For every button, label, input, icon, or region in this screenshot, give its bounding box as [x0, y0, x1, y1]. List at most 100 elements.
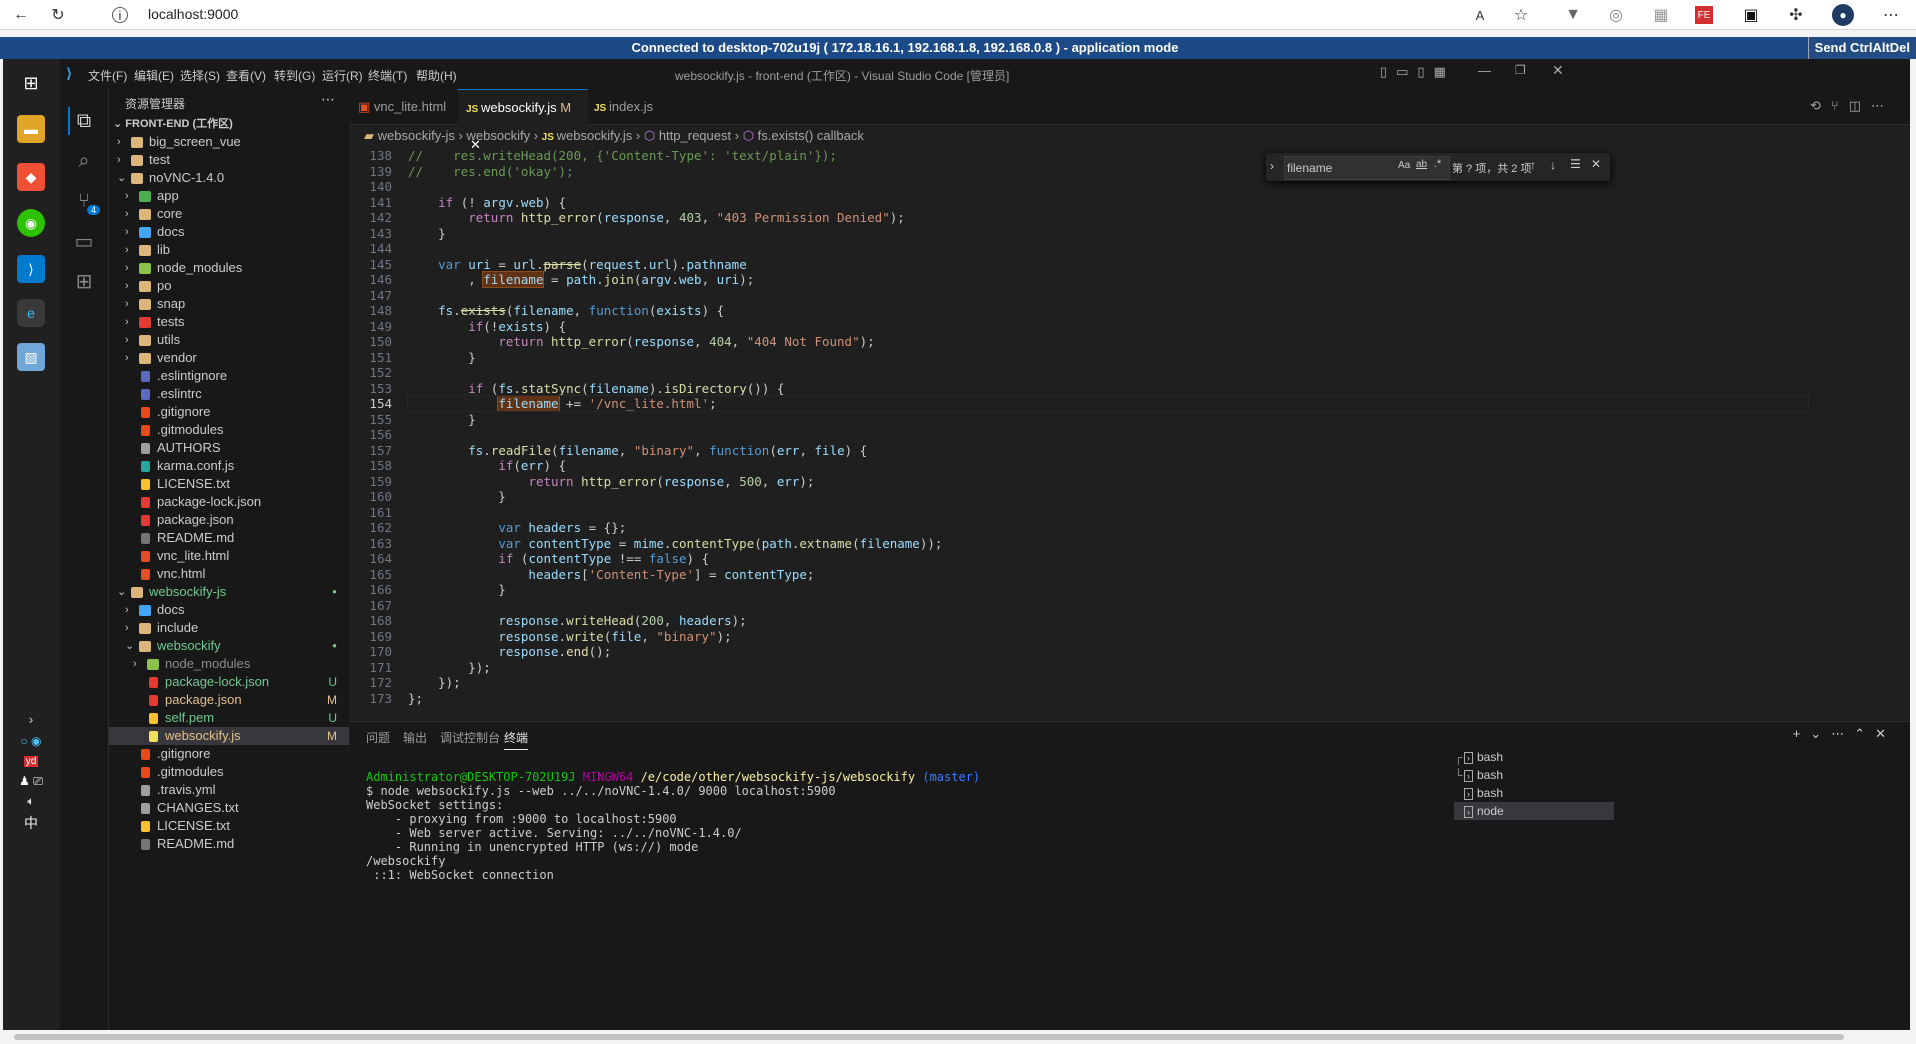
tree-file[interactable]: karma.conf.js: [109, 457, 349, 475]
chevron-down-icon[interactable]: ⌄: [117, 169, 126, 187]
read-aloud-icon[interactable]: A: [1469, 4, 1491, 26]
menu-terminal[interactable]: 终端(T): [368, 67, 407, 84]
menu-edit[interactable]: 编辑(E): [134, 67, 174, 84]
code-line[interactable]: }: [408, 226, 446, 241]
code-line[interactable]: filename += '/vnc_lite.html';: [407, 395, 1809, 412]
code-line[interactable]: if(err) {: [408, 458, 566, 473]
tree-file[interactable]: websockify.js M: [109, 727, 349, 745]
chevron-right-icon[interactable]: ›: [117, 151, 121, 169]
chevron-right-icon[interactable]: ›: [125, 205, 129, 223]
chevron-right-icon[interactable]: ›: [133, 655, 137, 673]
tree-folder[interactable]: › snap: [109, 295, 349, 313]
whole-word-toggle[interactable]: ab: [1416, 159, 1427, 170]
menu-view[interactable]: 查看(V): [226, 67, 266, 84]
profile-avatar-icon[interactable]: ●: [1832, 4, 1854, 26]
code-line[interactable]: }: [408, 350, 476, 365]
panel-tab-debug-console[interactable]: 调试控制台: [440, 729, 500, 746]
chevron-right-icon[interactable]: ›: [125, 241, 129, 259]
tree-file[interactable]: vnc_lite.html: [109, 547, 349, 565]
chevron-right-icon[interactable]: ›: [125, 223, 129, 241]
tree-file[interactable]: package.json M: [109, 691, 349, 709]
menu-file[interactable]: 文件(F): [88, 67, 127, 84]
extensions-puzzle-icon[interactable]: ✣: [1785, 4, 1807, 26]
extension-icon[interactable]: ▦: [1650, 4, 1672, 26]
code-line[interactable]: var headers = {};: [408, 520, 626, 535]
match-case-toggle[interactable]: Aa: [1398, 160, 1410, 171]
panel-tab-terminal[interactable]: 终端: [504, 729, 529, 750]
tree-folder[interactable]: ⌄ noVNC-1.4.0: [109, 169, 349, 187]
tree-file[interactable]: .eslintignore: [109, 367, 349, 385]
menu-help[interactable]: 帮助(H): [416, 67, 457, 84]
breadcrumb-item[interactable]: http_request: [659, 128, 731, 143]
wechat-icon[interactable]: ◉: [17, 209, 45, 237]
breadcrumb-item[interactable]: websockify-js: [378, 128, 455, 143]
chevron-down-icon[interactable]: ⌄: [117, 583, 126, 601]
chevron-right-icon[interactable]: ›: [1270, 159, 1274, 173]
panel-tab-problems[interactable]: 问题: [366, 729, 390, 746]
code-line[interactable]: headers['Content-Type'] = contentType;: [408, 567, 814, 582]
search-icon[interactable]: ⌕: [70, 147, 98, 175]
tree-folder[interactable]: › po: [109, 277, 349, 295]
code-line[interactable]: var contentType = mime.contentType(path.…: [408, 536, 942, 551]
breadcrumb-item[interactable]: websockify: [466, 128, 530, 143]
chevron-right-icon[interactable]: ›: [117, 133, 121, 151]
chevron-right-icon[interactable]: ›: [125, 277, 129, 295]
horizontal-scrollbar[interactable]: [0, 1030, 1916, 1044]
tree-file[interactable]: .eslintrc: [109, 385, 349, 403]
extensions-icon[interactable]: ⊞: [70, 267, 98, 295]
next-match-icon[interactable]: ↓: [1550, 158, 1556, 172]
code-line[interactable]: fs.exists(filename, function(exists) {: [408, 303, 724, 318]
tree-file[interactable]: package-lock.json: [109, 493, 349, 511]
more-menu-icon[interactable]: ⋯: [1880, 4, 1902, 26]
tree-folder[interactable]: › big_screen_vue: [109, 133, 349, 151]
extension-icon[interactable]: ▣: [1740, 4, 1762, 26]
code-line[interactable]: if (fs.statSync(filename).isDirectory())…: [408, 381, 784, 396]
code-line[interactable]: });: [408, 660, 491, 675]
reload-icon[interactable]: ↻: [47, 4, 69, 26]
git-icon[interactable]: ◆: [17, 163, 45, 191]
tree-folder[interactable]: › app: [109, 187, 349, 205]
code-line[interactable]: return http_error(response, 403, "403 Pe…: [408, 210, 905, 225]
tree-folder[interactable]: › core: [109, 205, 349, 223]
code-line[interactable]: return http_error(response, 404, "404 No…: [408, 334, 874, 349]
tree-folder[interactable]: ⌄ websockify ●: [109, 637, 349, 655]
regex-toggle[interactable]: .*: [1434, 158, 1441, 170]
chevron-right-icon[interactable]: ›: [125, 601, 129, 619]
tree-file[interactable]: self.pem U: [109, 709, 349, 727]
editor-actions-icons[interactable]: ⟲⑂◫⋯: [1810, 98, 1894, 114]
code-line[interactable]: // res.writeHead(200, {'Content-Type': '…: [408, 148, 837, 163]
send-ctrl-alt-del-button[interactable]: Send CtrlAltDel: [1807, 37, 1916, 59]
tree-folder[interactable]: › tests: [109, 313, 349, 331]
extension-fe-icon[interactable]: FE: [1695, 6, 1713, 24]
tree-folder[interactable]: › test: [109, 151, 349, 169]
code-line[interactable]: }: [408, 412, 476, 427]
code-line[interactable]: };: [408, 691, 423, 706]
app-icon[interactable]: ▧: [17, 343, 45, 371]
menu-run[interactable]: 运行(R): [322, 67, 363, 84]
input-method-indicator[interactable]: 中: [17, 809, 45, 837]
code-line[interactable]: });: [408, 675, 461, 690]
tree-folder[interactable]: › lib: [109, 241, 349, 259]
code-line[interactable]: if (contentType !== false) {: [408, 551, 709, 566]
terminal-instance[interactable]: └ › bash: [1454, 766, 1614, 784]
code-line[interactable]: var uri = url.parse(request.url).pathnam…: [408, 257, 747, 272]
code-line[interactable]: , filename = path.join(argv.web, uri);: [408, 271, 754, 288]
edge-icon[interactable]: e: [17, 299, 45, 327]
code-line[interactable]: // res.end('okay');: [408, 164, 574, 179]
tree-file[interactable]: .gitmodules: [109, 421, 349, 439]
terminal-instance[interactable]: › node: [1454, 802, 1614, 820]
tree-folder[interactable]: › utils: [109, 331, 349, 349]
panel-tab-output[interactable]: 输出: [403, 729, 427, 746]
chevron-right-icon[interactable]: ›: [125, 295, 129, 313]
code-line[interactable]: response.write(file, "binary");: [408, 629, 731, 644]
tab-websockify[interactable]: JS websockify.js M ✕: [458, 89, 588, 152]
code-line[interactable]: return http_error(response, 500, err);: [408, 474, 814, 489]
find-in-selection-icon[interactable]: ☰: [1570, 157, 1581, 171]
close-find-icon[interactable]: ✕: [1591, 157, 1601, 171]
tree-file[interactable]: LICENSE.txt: [109, 817, 349, 835]
tree-folder[interactable]: › docs: [109, 223, 349, 241]
favorite-star-icon[interactable]: ☆: [1510, 4, 1532, 26]
layout-toggle-icons[interactable]: ▯▭▯▦: [1380, 64, 1455, 80]
code-line[interactable]: if (! argv.web) {: [408, 195, 566, 210]
code-line[interactable]: response.end();: [408, 644, 611, 659]
